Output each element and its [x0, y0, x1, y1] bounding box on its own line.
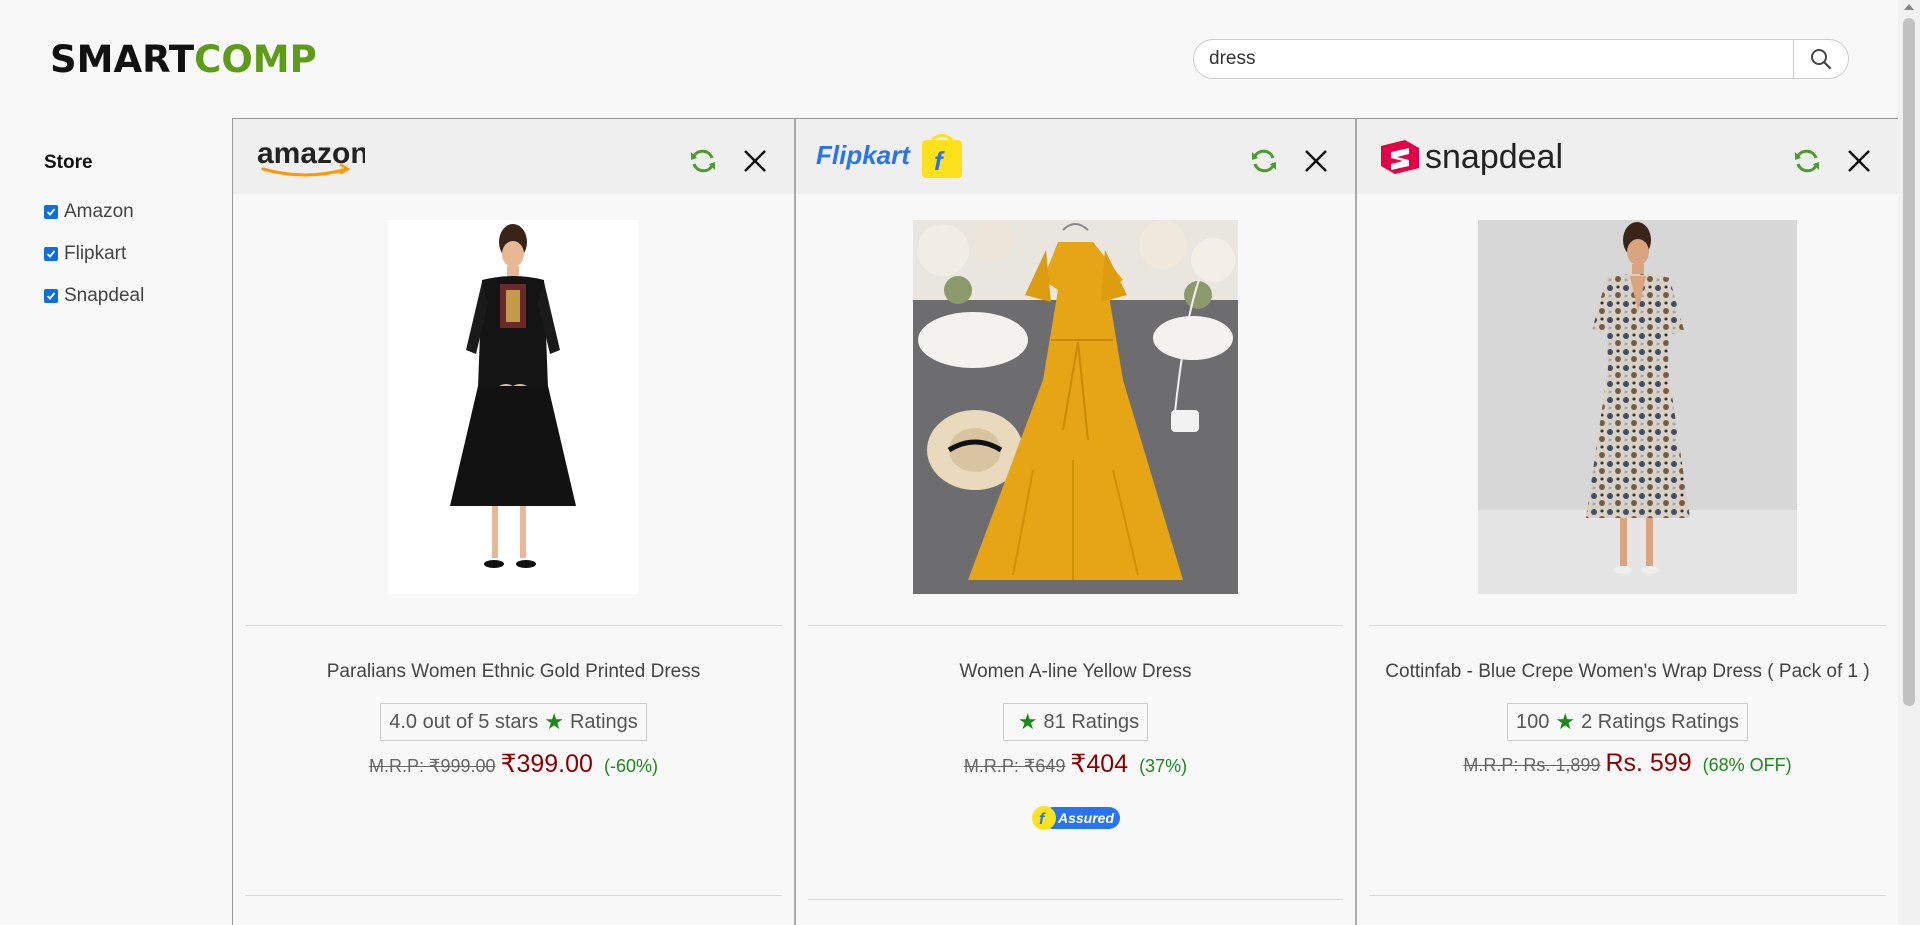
store-option-label: Amazon — [64, 201, 134, 222]
divider — [808, 899, 1343, 900]
price-row: M.R.P: Rs. 1,899 Rs. 599 (68% OFF) — [1357, 749, 1898, 778]
close-icon[interactable] — [1301, 146, 1331, 176]
mrp-price: M.R.P: ₹999.00 — [369, 756, 496, 776]
check-icon — [46, 208, 56, 216]
scrollbar-thumb[interactable] — [1903, 18, 1915, 706]
current-price: Rs. 599 — [1605, 749, 1692, 777]
current-price: ₹404 — [1070, 750, 1129, 778]
logo-comp-text: COMP — [194, 38, 317, 81]
flipkart-logo-text: Flipkart — [816, 140, 911, 170]
checkbox-flipkart[interactable] — [44, 247, 58, 261]
scroll-up-icon[interactable] — [1904, 4, 1914, 10]
rating-box: ★ 81 Ratings — [1002, 703, 1149, 741]
panel-header: amazon — [233, 119, 794, 194]
price-row: M.R.P: ₹649 ₹404 (37%) — [796, 749, 1355, 779]
amazon-logo: amazon — [255, 132, 365, 182]
search-input[interactable] — [1193, 39, 1794, 79]
mrp-price: M.R.P: ₹649 — [963, 756, 1066, 776]
store-option-snapdeal[interactable]: Snapdeal — [44, 271, 224, 321]
divider — [1369, 625, 1886, 626]
close-icon[interactable] — [1844, 146, 1874, 176]
search-button[interactable] — [1794, 39, 1849, 79]
rating-count: 2 Ratings Ratings — [1581, 710, 1739, 733]
comparison-panels: amazon Paralians Women Ethnic Gold Print… — [232, 118, 1898, 925]
store-option-label: Flipkart — [64, 243, 127, 264]
snapdeal-logo: snapdeal — [1379, 132, 1569, 182]
panel-header: snapdeal — [1357, 119, 1898, 194]
check-icon — [46, 250, 56, 258]
flipkart-assured-badge: f Assured — [1032, 806, 1120, 830]
assured-text: Assured — [1057, 810, 1114, 826]
rating-box: 4.0 out of 5 stars ★ Ratings — [380, 703, 647, 741]
refresh-icon[interactable] — [688, 146, 718, 176]
star-icon: ★ — [1017, 709, 1038, 734]
checkbox-amazon[interactable] — [44, 205, 58, 219]
refresh-icon[interactable] — [1249, 146, 1279, 176]
search-icon — [1811, 49, 1832, 70]
rating-count: 81 Ratings — [1043, 710, 1140, 733]
store-panel-snapdeal: snapdeal Cottinfab - Blue Crepe Women's … — [1355, 119, 1898, 925]
divider — [1369, 895, 1886, 896]
rating-text: 100 — [1516, 710, 1550, 733]
snapdeal-logo-text: snapdeal — [1425, 138, 1563, 176]
close-icon[interactable] — [740, 146, 770, 176]
page-scrollbar[interactable] — [1898, 0, 1920, 925]
panel-header: Flipkart f — [796, 119, 1355, 194]
flipkart-logo: Flipkart f — [816, 132, 966, 182]
product-image[interactable] — [388, 220, 638, 594]
product-name[interactable]: Paralians Women Ethnic Gold Printed Dres… — [233, 661, 794, 683]
product-image[interactable] — [1478, 220, 1797, 594]
discount: (-60%) — [603, 756, 658, 776]
product-name[interactable]: Women A-line Yellow Dress — [796, 661, 1355, 683]
store-filter-title: Store — [44, 152, 93, 173]
current-price: ₹399.00 — [500, 750, 593, 778]
store-panel-flipkart: Flipkart f Women A-line Yellow Dress ★ 8… — [794, 119, 1355, 925]
divider — [245, 625, 782, 626]
product-name[interactable]: Cottinfab - Blue Crepe Women's Wrap Dres… — [1357, 661, 1898, 683]
discount: (37%) — [1139, 756, 1188, 776]
refresh-icon[interactable] — [1792, 146, 1822, 176]
rating: ★ 81 Ratings — [796, 703, 1355, 741]
rating: 100 ★ 2 Ratings Ratings — [1357, 703, 1898, 741]
store-option-label: Snapdeal — [64, 285, 145, 306]
rating-text: 4.0 out of 5 stars — [389, 710, 539, 733]
price-row: M.R.P: ₹999.00 ₹399.00 (-60%) — [233, 749, 794, 779]
rating-box: 100 ★ 2 Ratings Ratings — [1507, 703, 1748, 741]
discount: (68% OFF) — [1702, 755, 1792, 775]
product-image[interactable] — [913, 220, 1238, 594]
amazon-logo-text: amazon — [257, 137, 365, 170]
rating: 4.0 out of 5 stars ★ Ratings — [233, 703, 794, 741]
divider — [245, 895, 782, 896]
store-panel-amazon: amazon Paralians Women Ethnic Gold Print… — [232, 119, 794, 925]
store-filter: Store Amazon Flipkart Snapdeal — [44, 152, 224, 321]
logo-smart-text: SMART — [50, 38, 195, 81]
rating-count: Ratings — [569, 710, 638, 733]
star-icon: ★ — [1555, 709, 1576, 734]
site-logo[interactable]: SMARTCOMP — [50, 38, 317, 81]
divider — [808, 625, 1343, 626]
mrp-price: M.R.P: Rs. 1,899 — [1463, 755, 1601, 775]
star-icon: ★ — [544, 709, 564, 734]
checkbox-snapdeal[interactable] — [44, 289, 58, 303]
check-icon — [46, 292, 56, 300]
search-bar — [1193, 39, 1849, 79]
